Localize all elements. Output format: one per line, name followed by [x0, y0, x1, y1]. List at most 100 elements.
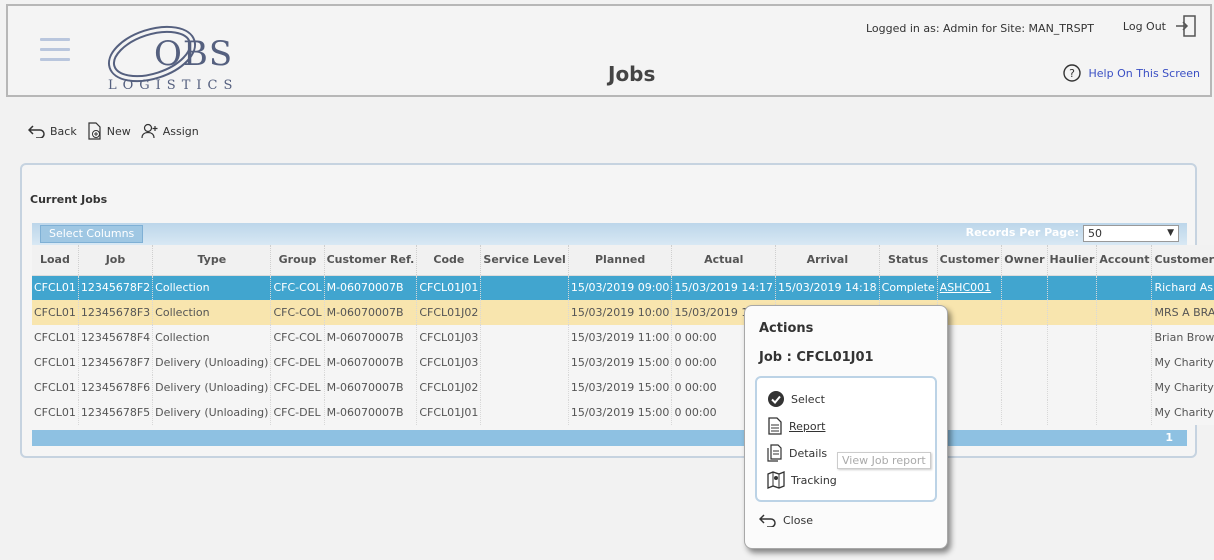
- records-per-page-label: Records Per Page:: [965, 226, 1079, 239]
- back-button[interactable]: Back: [28, 122, 77, 140]
- back-label: Back: [50, 124, 77, 138]
- cell-load: CFCL01: [32, 275, 79, 300]
- menu-icon[interactable]: [40, 38, 70, 62]
- report-action[interactable]: Report: [767, 417, 825, 435]
- cell-type: Collection: [152, 300, 272, 325]
- close-label: Close: [783, 513, 813, 527]
- column-header[interactable]: Job: [78, 245, 154, 276]
- cell-job: 12345678F2: [78, 275, 154, 300]
- table-row[interactable]: CFCL01 12345678F2 Collection CFC-COL M-0…: [32, 275, 1214, 300]
- help-label: Help On This Screen: [1088, 66, 1201, 80]
- column-header[interactable]: Customer Name: [1151, 245, 1214, 276]
- column-header[interactable]: Status: [879, 245, 938, 276]
- column-header[interactable]: Planned: [568, 245, 673, 276]
- report-document-icon: [768, 417, 782, 435]
- cell-actual: 15/03/2019 14:17: [671, 275, 777, 300]
- cell-code: CFCL01J02: [416, 300, 482, 325]
- records-per-page-select[interactable]: 50 ▼: [1083, 225, 1179, 242]
- cell-account: [1096, 275, 1153, 300]
- table-header-row: Load Job Type Group Customer Ref. Code S…: [32, 245, 1214, 276]
- cell-owner: [1001, 375, 1048, 400]
- actions-job-label: Job : CFCL01J01: [759, 350, 874, 365]
- cell-owner: [1001, 325, 1048, 350]
- select-action[interactable]: Select: [767, 390, 825, 408]
- select-label: Select: [791, 392, 825, 406]
- column-header[interactable]: Load: [32, 245, 79, 276]
- cell-service: [480, 350, 569, 375]
- details-label: Details: [789, 446, 828, 460]
- table-row[interactable]: CFCL01 12345678F6 Delivery (Unloading) C…: [32, 375, 1214, 400]
- close-button[interactable]: Close: [759, 513, 813, 527]
- cell-owner: [1001, 300, 1048, 325]
- cell-custref: M-06070007B: [324, 350, 418, 375]
- svg-text:?: ?: [1069, 67, 1075, 80]
- table-row[interactable]: CFCL01 12345678F5 Delivery (Unloading) C…: [32, 400, 1214, 425]
- current-jobs-panel: Current Jobs Select Columns Records Per …: [20, 163, 1214, 458]
- cell-load: CFCL01: [32, 400, 79, 425]
- cell-owner: [1001, 400, 1048, 425]
- cell-account: [1096, 400, 1153, 425]
- assign-label: Assign: [162, 124, 199, 138]
- cell-job: 12345678F6: [78, 375, 154, 400]
- help-icon: ?: [1062, 64, 1081, 82]
- cell-job: 12345678F7: [78, 350, 154, 375]
- check-circle-icon: [768, 391, 784, 407]
- column-header[interactable]: Haulier: [1047, 245, 1098, 276]
- column-header[interactable]: Actual: [671, 245, 777, 276]
- cell-owner: [1001, 350, 1048, 375]
- details-action[interactable]: Details: [767, 444, 827, 462]
- cell-planned: 15/03/2019 11:00: [568, 325, 673, 350]
- page-number[interactable]: 1: [1165, 431, 1173, 444]
- assign-button[interactable]: Assign: [141, 122, 199, 140]
- cell-code: CFCL01J01: [416, 275, 482, 300]
- cell-custname: My Charity Store: [1151, 375, 1214, 400]
- cell-owner: [1001, 275, 1048, 300]
- cell-haulier: [1047, 400, 1098, 425]
- column-header[interactable]: Customer Ref.: [324, 245, 418, 276]
- company-logo: OBS LOGISTICS: [100, 20, 260, 93]
- cell-account: [1096, 350, 1153, 375]
- cell-account: [1096, 375, 1153, 400]
- cell-service: [480, 400, 569, 425]
- column-header[interactable]: Type: [152, 245, 272, 276]
- actions-list: Select Report Details Tracking View Job …: [755, 376, 937, 502]
- cell-type: Delivery (Unloading): [152, 375, 272, 400]
- cell-account: [1096, 325, 1153, 350]
- logout-button[interactable]: Log Out: [1123, 14, 1198, 38]
- new-button[interactable]: New: [87, 122, 131, 140]
- cell-account: [1096, 300, 1153, 325]
- cell-load: CFCL01: [32, 375, 79, 400]
- app-header: OBS LOGISTICS Jobs Logged in as: Admin f…: [6, 4, 1212, 97]
- logged-in-info: Logged in as: Admin for Site: MAN_TRSPT: [865, 22, 1094, 35]
- tracking-label: Tracking: [791, 473, 837, 487]
- tracking-map-icon: [767, 471, 785, 489]
- table-row[interactable]: CFCL01 12345678F7 Delivery (Unloading) C…: [32, 350, 1214, 375]
- select-columns-button[interactable]: Select Columns: [40, 225, 144, 243]
- cell-group: CFC-DEL: [270, 350, 325, 375]
- column-header[interactable]: Arrival: [775, 245, 880, 276]
- cell-type: Collection: [152, 275, 272, 300]
- cell-load: CFCL01: [32, 325, 79, 350]
- column-header[interactable]: Code: [416, 245, 482, 276]
- table-row[interactable]: CFCL01 12345678F3 Collection CFC-COL M-0…: [32, 300, 1214, 325]
- cell-job: 12345678F4: [78, 325, 154, 350]
- column-header[interactable]: Service Level: [480, 245, 569, 276]
- tracking-action[interactable]: Tracking: [767, 471, 837, 489]
- customer-link[interactable]: ASHC001: [940, 281, 991, 294]
- cell-custref: M-06070007B: [324, 375, 418, 400]
- actions-popup: Actions Job : CFCL01J01 Select Report De…: [744, 305, 948, 549]
- column-header[interactable]: Customer: [937, 245, 1003, 276]
- column-header[interactable]: Owner: [1001, 245, 1048, 276]
- grid-toolbar: Select Columns Records Per Page: 50 ▼: [32, 223, 1187, 245]
- jobs-table: Load Job Type Group Customer Ref. Code S…: [32, 245, 1214, 425]
- cell-group: CFC-DEL: [270, 400, 325, 425]
- help-link[interactable]: ? Help On This Screen: [1062, 64, 1201, 82]
- table-row[interactable]: CFCL01 12345678F4 Collection CFC-COL M-0…: [32, 325, 1214, 350]
- cell-planned: 15/03/2019 10:00: [568, 300, 673, 325]
- column-header[interactable]: Group: [270, 245, 325, 276]
- logo-main-text: OBS: [154, 34, 234, 74]
- column-header[interactable]: Account: [1096, 245, 1153, 276]
- cell-group: CFC-DEL: [270, 375, 325, 400]
- cell-customer: ASHC001: [937, 275, 1003, 300]
- chevron-down-icon: ▼: [1167, 228, 1174, 238]
